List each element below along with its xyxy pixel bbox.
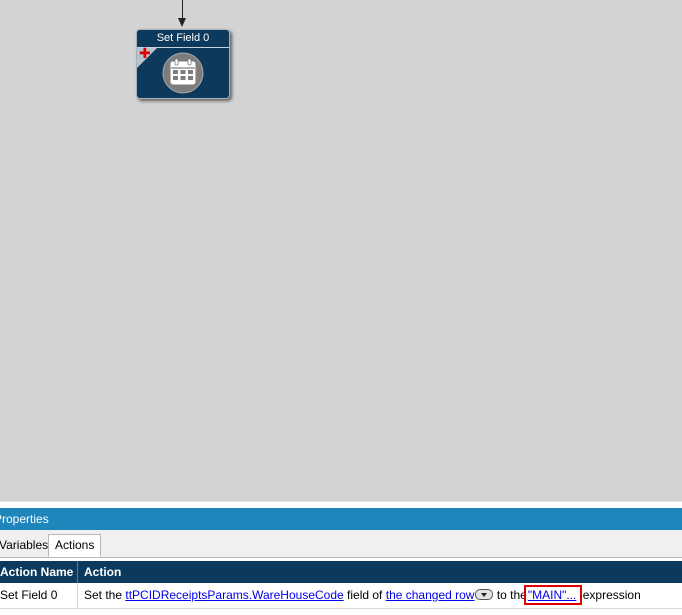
properties-header: Properties: [0, 508, 682, 530]
column-separator[interactable]: [77, 561, 78, 583]
set-field-node[interactable]: Set Field 0 ✚: [136, 29, 230, 99]
tab-variables[interactable]: Variables: [0, 535, 55, 556]
properties-tabs: Variables Actions: [0, 530, 682, 558]
action-text-to: to the: [496, 588, 527, 602]
action-text-middle: field of: [347, 588, 383, 602]
action-text-prefix: Set the: [84, 588, 123, 602]
actions-table-header: Action Name Action: [0, 561, 682, 583]
calendar-icon: [162, 52, 204, 94]
table-row[interactable]: Set Field 0 Set the ttPCIDReceiptsParams…: [0, 583, 682, 609]
cell-separator: [77, 583, 78, 608]
value-link[interactable]: "MAIN"...: [523, 585, 583, 605]
properties-panel: Properties Variables Actions Action Name…: [0, 501, 682, 615]
properties-title: Properties: [0, 512, 49, 526]
plus-icon[interactable]: ✚: [139, 47, 151, 61]
workflow-canvas[interactable]: Set Field 0 ✚: [0, 0, 682, 501]
action-name-cell[interactable]: Set Field 0: [0, 583, 57, 608]
action-description-cell: Set the ttPCIDReceiptsParams.WareHouseCo…: [84, 583, 641, 608]
row-dropdown-icon[interactable]: [475, 589, 494, 601]
connector-arrow-icon: [178, 18, 186, 27]
node-title: Set Field 0: [137, 30, 229, 48]
column-header-action[interactable]: Action: [84, 561, 121, 583]
row-link[interactable]: the changed row: [386, 588, 475, 602]
action-text-suffix: expression: [582, 588, 641, 602]
field-link[interactable]: ttPCIDReceiptsParams.WareHouseCode: [125, 588, 343, 602]
tab-actions[interactable]: Actions: [48, 534, 102, 557]
connector-line: [182, 0, 183, 20]
column-header-action-name[interactable]: Action Name: [0, 561, 73, 583]
